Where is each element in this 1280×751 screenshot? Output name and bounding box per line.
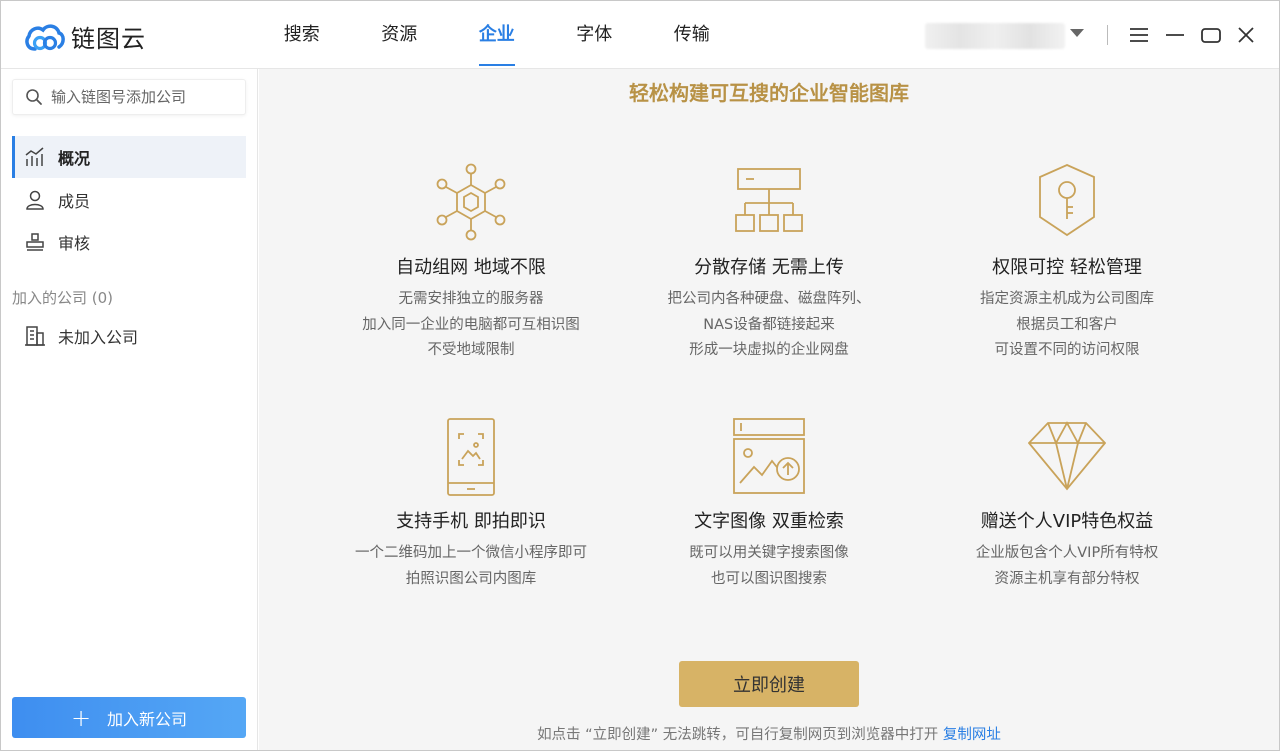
cloud-logo-icon xyxy=(25,23,65,51)
feature-line: 拍照识图公司内图库 xyxy=(405,570,537,587)
minimize-icon[interactable] xyxy=(1161,21,1189,49)
feature-title: 自动组网 地域不限 xyxy=(396,257,546,278)
hint-text: 如点击 “立即创建” 无法跳转，可自行复制网页到浏览器中打开 xyxy=(537,727,939,743)
nav-tab-transfer[interactable]: 传输 xyxy=(643,1,741,69)
feature-title: 权限可控 轻松管理 xyxy=(992,257,1142,278)
feature-line: 指定资源主机成为公司图库 xyxy=(980,291,1154,307)
phone-scan-icon xyxy=(447,418,495,496)
search-icon xyxy=(26,89,42,105)
sidebar-item-label: 成员 xyxy=(58,192,91,211)
feature-card: 文字图像 双重检索 既可以用关键字搜索图像 也可以图识图搜索 xyxy=(619,417,919,592)
person-icon xyxy=(26,190,44,210)
feature-title: 分散存储 无需上传 xyxy=(694,257,844,278)
redirect-hint: 如点击 “立即创建” 无法跳转，可自行复制网页到浏览器中打开 复制网址 xyxy=(259,723,1279,744)
shield-key-icon xyxy=(1039,164,1095,237)
building-icon xyxy=(25,326,45,346)
feature-title: 赠送个人VIP特色权益 xyxy=(980,511,1154,532)
page-headline: 轻松构建可互搜的企业智能图库 xyxy=(629,81,909,105)
company-search-input[interactable] xyxy=(51,88,241,106)
feature-line: 也可以图识图搜索 xyxy=(711,570,827,587)
join-new-company-label: 加入新公司 xyxy=(107,709,188,729)
enterprise-overview: 轻松构建可互搜的企业智能图库 自动组网 地域不限 无需安排独立的服务器 加入同一 xyxy=(259,69,1279,750)
sidebar-item-no-company[interactable]: 未加入公司 xyxy=(12,315,246,357)
feature-line: 把公司内各种硬盘、磁盘阵列、 xyxy=(667,291,871,307)
sidebar-item-label: 未加入公司 xyxy=(58,328,139,347)
feature-line: 可设置不同的访问权限 xyxy=(994,342,1140,358)
diamond-icon xyxy=(1028,421,1106,491)
feature-title: 文字图像 双重检索 xyxy=(694,511,844,532)
feature-description: 无需安排独立的服务器 加入同一企业的电脑都可互相识图 不受地域限制 xyxy=(321,287,621,364)
feature-card: 分散存储 无需上传 把公司内各种硬盘、磁盘阵列、 NAS设备都链接起来 形成一块… xyxy=(619,163,919,364)
feature-line: 一个二维码加上一个微信小程序即可 xyxy=(355,545,587,561)
feature-line: 无需安排独立的服务器 xyxy=(398,291,544,307)
nav-tab-search[interactable]: 搜索 xyxy=(253,1,351,69)
feature-description: 把公司内各种硬盘、磁盘阵列、 NAS设备都链接起来 形成一块虚拟的企业网盘 xyxy=(619,287,919,364)
image-search-icon xyxy=(733,418,805,494)
user-dropdown-caret-icon[interactable] xyxy=(1070,29,1084,37)
feature-line: 根据员工和客户 xyxy=(1016,316,1118,333)
feature-line: 既可以用关键字搜索图像 xyxy=(689,545,849,561)
company-search-box[interactable] xyxy=(12,79,246,115)
feature-line: 企业版包含个人VIP所有特权 xyxy=(975,545,1159,561)
feature-title: 支持手机 即拍即识 xyxy=(396,511,546,532)
feature-card: 自动组网 地域不限 无需安排独立的服务器 加入同一企业的电脑都可互相识图 不受地… xyxy=(321,163,621,364)
feature-line: 资源主机享有部分特权 xyxy=(994,570,1140,587)
app-logo: 链图云 xyxy=(23,19,146,54)
plus-icon: + xyxy=(70,703,92,732)
main-nav: 搜索 资源 企业 字体 传输 xyxy=(253,1,741,69)
menu-icon[interactable] xyxy=(1125,21,1153,49)
user-account-blurred[interactable] xyxy=(925,23,1065,49)
feature-line: 加入同一企业的电脑都可互相识图 xyxy=(362,316,580,333)
nav-tab-fonts[interactable]: 字体 xyxy=(546,1,644,69)
stamp-icon xyxy=(26,233,44,251)
sidebar-item-label: 概况 xyxy=(58,149,91,168)
chart-icon xyxy=(25,147,44,166)
feature-card: 支持手机 即拍即识 一个二维码加上一个微信小程序即可 拍照识图公司内图库 xyxy=(321,417,621,592)
feature-description: 既可以用关键字搜索图像 也可以图识图搜索 xyxy=(619,541,919,592)
titlebar-divider xyxy=(1107,25,1108,45)
sidebar-item-review[interactable]: 审核 xyxy=(12,221,246,263)
close-icon[interactable] xyxy=(1232,21,1260,49)
title-bar: 链图云 搜索 资源 企业 字体 传输 xyxy=(1,1,1279,69)
sidebar-item-label: 审核 xyxy=(58,234,91,253)
joined-companies-label: 加入的公司 (0) xyxy=(12,289,114,307)
join-new-company-button[interactable]: + 加入新公司 xyxy=(12,697,246,738)
sidebar-item-overview[interactable]: 概况 xyxy=(12,136,246,178)
feature-line: 形成一块虚拟的企业网盘 xyxy=(689,342,849,358)
feature-line: 不受地域限制 xyxy=(427,342,515,358)
feature-description: 指定资源主机成为公司图库 根据员工和客户 可设置不同的访问权限 xyxy=(917,287,1217,364)
app-name: 链图云 xyxy=(71,25,146,53)
copy-url-link[interactable]: 复制网址 xyxy=(943,727,1001,743)
feature-card: 权限可控 轻松管理 指定资源主机成为公司图库 根据员工和客户 可设置不同的访问权… xyxy=(917,163,1217,364)
app-window: 链图云 搜索 资源 企业 字体 传输 输入链图号添加公司 概况 成员 审核 加入… xyxy=(0,0,1280,751)
feature-line: NAS设备都链接起来 xyxy=(703,316,835,333)
feature-description: 一个二维码加上一个微信小程序即可 拍照识图公司内图库 xyxy=(321,541,621,592)
create-now-button[interactable]: 立即创建 xyxy=(679,661,859,707)
maximize-icon[interactable] xyxy=(1197,21,1225,49)
sidebar-item-members[interactable]: 成员 xyxy=(12,179,246,221)
storage-icon xyxy=(735,168,803,232)
feature-description: 企业版包含个人VIP所有特权 资源主机享有部分特权 xyxy=(917,541,1217,592)
sidebar: 概况 成员 审核 加入的公司 (0) 未加入公司 + 加入新公司 xyxy=(1,69,258,750)
network-icon xyxy=(436,163,506,241)
nav-tab-resources[interactable]: 资源 xyxy=(351,1,449,69)
feature-card: 赠送个人VIP特色权益 企业版包含个人VIP所有特权 资源主机享有部分特权 xyxy=(917,417,1217,592)
nav-tab-enterprise[interactable]: 企业 xyxy=(448,1,546,69)
